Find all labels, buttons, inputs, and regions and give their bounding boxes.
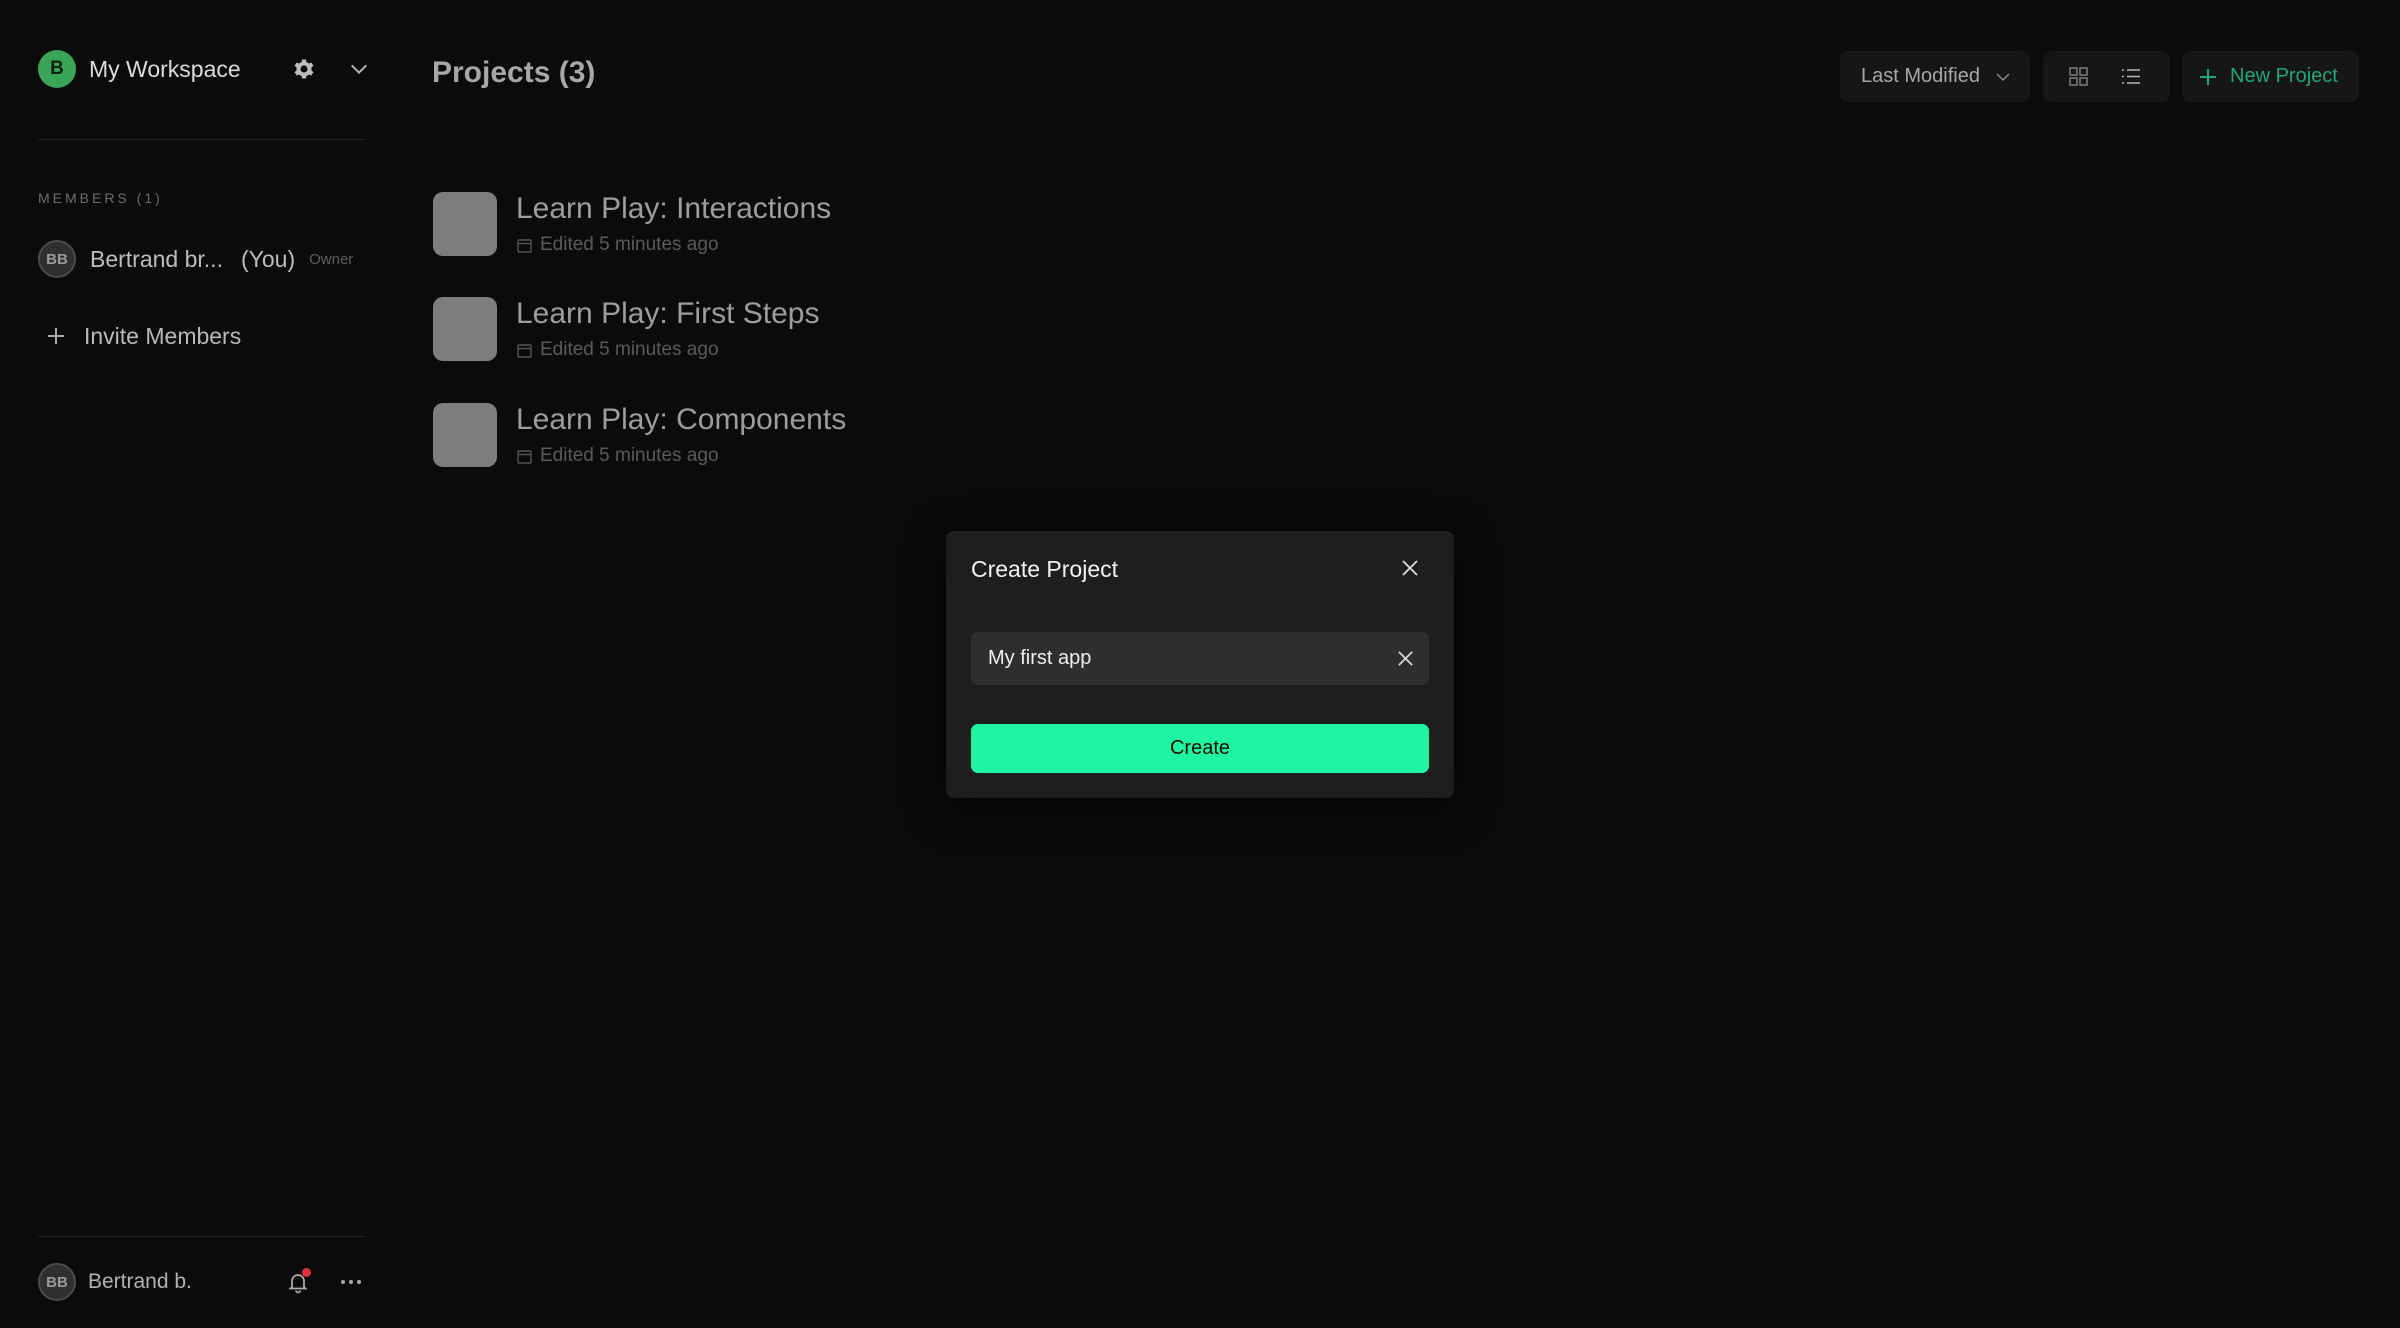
create-project-modal: Create Project Create: [946, 531, 1454, 798]
modal-title: Create Project: [971, 556, 1119, 582]
member-avatar: BB: [38, 240, 76, 278]
members-label: MEMBERS (1): [38, 190, 163, 206]
user-name: Bertrand b.: [88, 1270, 192, 1293]
gear-icon[interactable]: [292, 57, 316, 81]
workspace-switcher[interactable]: B My Workspace: [38, 48, 368, 90]
workspace-avatar: B: [38, 50, 76, 88]
more-dots-icon[interactable]: [338, 1270, 364, 1294]
notification-dot: [302, 1268, 311, 1277]
sort-label: Last Modified: [1861, 65, 1980, 87]
member-row[interactable]: BB Bertrand br... (You) Owner: [38, 239, 368, 279]
project-name-field: [971, 632, 1429, 685]
calendar-icon: [517, 449, 532, 464]
project-meta: Edited 5 minutes ago: [516, 445, 719, 467]
user-footer: BB Bertrand b.: [38, 1262, 368, 1302]
new-project-button[interactable]: New Project: [2182, 51, 2359, 102]
new-project-label: New Project: [2230, 65, 2338, 87]
close-icon[interactable]: [1400, 558, 1420, 578]
sidebar-divider: [38, 139, 366, 140]
calendar-icon: [517, 238, 532, 253]
chevron-down-icon[interactable]: [348, 58, 370, 80]
project-name-input[interactable]: [971, 632, 1381, 685]
project-edited: Edited 5 minutes ago: [540, 234, 719, 255]
project-title: Learn Play: First Steps: [516, 297, 820, 330]
project-meta: Edited 5 minutes ago: [516, 339, 719, 361]
sidebar: B My Workspace MEMBERS (1) BB Bertrand b…: [0, 0, 396, 1328]
project-thumbnail: [433, 192, 497, 256]
project-item[interactable]: Learn Play: First Steps Edited 5 minutes…: [432, 297, 912, 363]
workspace-name: My Workspace: [89, 55, 241, 82]
project-edited: Edited 5 minutes ago: [540, 445, 719, 466]
invite-members-label: Invite Members: [84, 322, 242, 349]
plus-icon: [2200, 68, 2216, 85]
view-toggle: [2043, 51, 2170, 102]
project-item[interactable]: Learn Play: Components Edited 5 minutes …: [432, 403, 912, 469]
calendar-icon: [517, 343, 532, 358]
project-meta: Edited 5 minutes ago: [516, 234, 719, 256]
sort-dropdown[interactable]: Last Modified: [1840, 51, 2030, 102]
invite-members-button[interactable]: Invite Members: [38, 318, 241, 354]
member-role: Owner: [309, 250, 354, 268]
chevron-down-icon: [1996, 73, 2010, 82]
clear-icon[interactable]: [1396, 649, 1415, 668]
member-name: Bertrand br...: [90, 245, 223, 272]
grid-icon[interactable]: [2068, 66, 2089, 87]
project-thumbnail: [433, 297, 497, 361]
page-title: Projects (3): [432, 56, 596, 89]
create-button[interactable]: Create: [971, 724, 1429, 773]
project-title: Learn Play: Components: [516, 403, 847, 436]
list-icon[interactable]: [2120, 66, 2142, 87]
app: B My Workspace MEMBERS (1) BB Bertrand b…: [0, 0, 2400, 1328]
project-item[interactable]: Learn Play: Interactions Edited 5 minute…: [432, 192, 912, 258]
project-thumbnail: [433, 403, 497, 467]
user-avatar[interactable]: BB: [38, 1263, 76, 1301]
project-edited: Edited 5 minutes ago: [540, 339, 719, 360]
member-you-tag: (You): [240, 245, 296, 272]
footer-divider: [38, 1236, 366, 1237]
project-title: Learn Play: Interactions: [516, 192, 832, 225]
plus-icon: [48, 328, 64, 344]
